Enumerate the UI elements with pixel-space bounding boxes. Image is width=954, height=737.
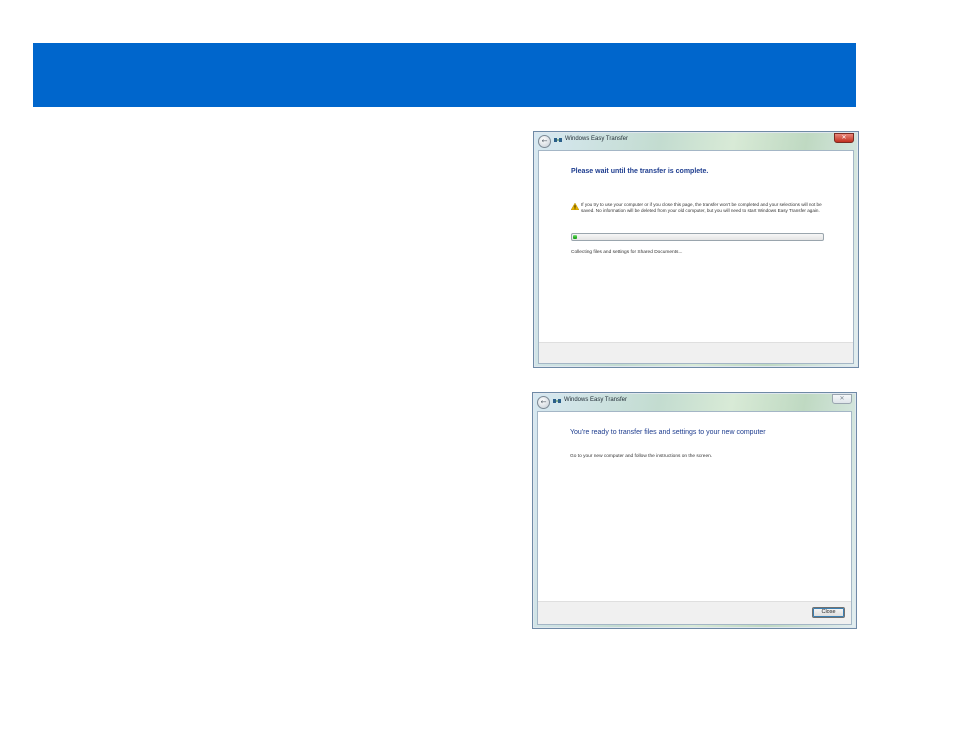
close-icon[interactable]: ✕ — [832, 394, 852, 404]
transfer-progress-window: ← Windows Easy Transfer ✕ Please wait un… — [533, 131, 859, 368]
title-bar: ← Windows Easy Transfer ✕ — [534, 132, 858, 150]
page-heading: Please wait until the transfer is comple… — [571, 168, 709, 175]
window-content: You're ready to transfer files and setti… — [537, 411, 852, 625]
title-banner — [33, 43, 856, 107]
window-title: Windows Easy Transfer — [564, 397, 628, 403]
window-content: Please wait until the transfer is comple… — [538, 150, 854, 364]
warning-message: If you try to use your computer or if yo… — [581, 202, 822, 214]
progress-fill — [573, 235, 577, 239]
warning-triangle-icon — [571, 203, 579, 210]
progress-bar — [571, 233, 824, 241]
page-heading: You're ready to transfer files and setti… — [570, 429, 766, 436]
close-button[interactable]: Close — [812, 607, 845, 618]
window-title: Windows Easy Transfer — [565, 136, 629, 142]
instruction-text: Go to your new computer and follow the i… — [570, 454, 713, 459]
transfer-ready-window: ← Windows Easy Transfer ✕ You're ready t… — [532, 392, 857, 629]
close-icon[interactable]: ✕ — [834, 133, 854, 143]
easy-transfer-icon — [554, 138, 562, 142]
back-arrow-icon[interactable]: ← — [538, 135, 551, 148]
title-bar: ← Windows Easy Transfer ✕ — [533, 393, 856, 411]
status-text: Collecting files and settings for Shared… — [571, 250, 683, 255]
back-arrow-icon[interactable]: ← — [537, 396, 550, 409]
window-footer — [539, 342, 853, 363]
easy-transfer-icon — [553, 399, 561, 403]
window-footer: Close — [538, 601, 851, 624]
